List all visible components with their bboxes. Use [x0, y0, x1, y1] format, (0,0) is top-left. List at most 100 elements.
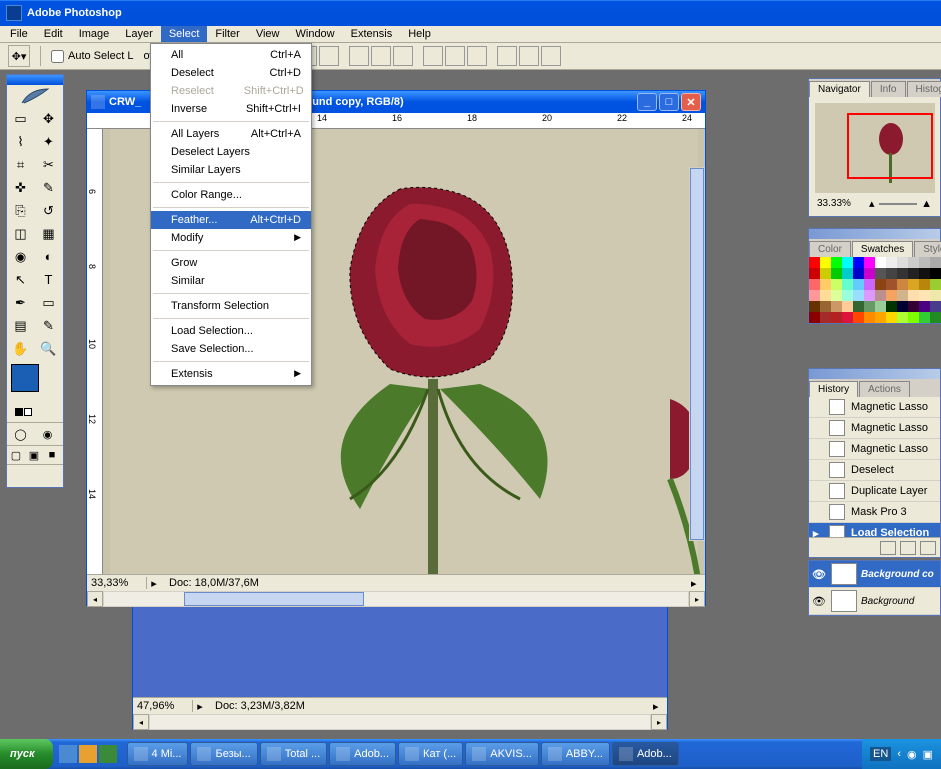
brush-tool[interactable]: ✎: [35, 176, 62, 199]
notes-tool[interactable]: ▤: [7, 314, 34, 337]
tab-actions[interactable]: Actions: [859, 381, 910, 397]
history-item[interactable]: Deselect: [809, 460, 940, 481]
swatch[interactable]: [919, 312, 930, 323]
swatch[interactable]: [809, 257, 820, 268]
path-tool[interactable]: ↖: [7, 268, 34, 291]
shape-tool[interactable]: ▭: [35, 291, 62, 314]
taskbar-item[interactable]: ABBY...: [541, 742, 610, 766]
tab-history[interactable]: History: [809, 381, 858, 397]
close-button[interactable]: ✕: [681, 93, 701, 111]
taskbar-item[interactable]: Adob...: [612, 742, 679, 766]
swatch[interactable]: [930, 257, 941, 268]
menu-edit[interactable]: Edit: [36, 26, 71, 42]
swatch[interactable]: [820, 257, 831, 268]
swatch[interactable]: [809, 268, 820, 279]
swatch[interactable]: [864, 257, 875, 268]
screen-full-menu[interactable]: ▣: [25, 446, 43, 464]
swatch[interactable]: [842, 268, 853, 279]
swatch-grid[interactable]: [809, 257, 940, 323]
swatch[interactable]: [820, 312, 831, 323]
distribute-top-button[interactable]: [423, 46, 443, 66]
ql-ie-icon[interactable]: [59, 745, 77, 763]
swatch[interactable]: [842, 290, 853, 301]
taskbar-item[interactable]: Кат (...: [398, 742, 463, 766]
hand-tool[interactable]: ✋: [7, 337, 34, 360]
new-snapshot-button[interactable]: [880, 541, 896, 555]
swatch[interactable]: [853, 290, 864, 301]
menu-color-range[interactable]: Color Range...: [151, 186, 311, 204]
swatch[interactable]: [930, 290, 941, 301]
swatch[interactable]: [831, 301, 842, 312]
heal-tool[interactable]: ✜: [7, 176, 34, 199]
doc2-menu-arrow[interactable]: ▸: [653, 700, 667, 713]
foreground-color-swatch[interactable]: [11, 364, 39, 392]
navigator-viewbox[interactable]: [847, 113, 933, 179]
swatch[interactable]: [809, 301, 820, 312]
swatch[interactable]: [875, 268, 886, 279]
move-tool[interactable]: ✥: [35, 107, 62, 130]
swatch[interactable]: [842, 312, 853, 323]
swatch[interactable]: [864, 279, 875, 290]
zoom-out-icon[interactable]: ▴: [869, 197, 875, 210]
stamp-tool[interactable]: ⎘: [7, 199, 34, 222]
swatch[interactable]: [897, 290, 908, 301]
menu-similar[interactable]: Similar: [151, 272, 311, 290]
history-grip[interactable]: [809, 369, 940, 379]
swatch[interactable]: [842, 279, 853, 290]
menu-similar-layers[interactable]: Similar Layers: [151, 161, 311, 179]
doc2-canvas[interactable]: [133, 601, 667, 697]
tray-icon[interactable]: ◉: [907, 748, 917, 761]
tab-swatches[interactable]: Swatches: [852, 241, 913, 257]
screen-full[interactable]: ■: [43, 446, 61, 464]
type-tool[interactable]: T: [35, 268, 62, 291]
taskbar-item[interactable]: Total ...: [260, 742, 327, 766]
menu-grow[interactable]: Grow: [151, 254, 311, 272]
tab-styles[interactable]: Styles: [914, 241, 941, 257]
tab-histogram[interactable]: Histogr: [907, 81, 941, 97]
menu-view[interactable]: View: [248, 26, 288, 42]
swatch[interactable]: [809, 290, 820, 301]
swatch[interactable]: [820, 279, 831, 290]
swatch[interactable]: [919, 301, 930, 312]
menu-layer[interactable]: Layer: [117, 26, 161, 42]
ql-explorer-icon[interactable]: [79, 745, 97, 763]
lasso-tool[interactable]: ⌇: [7, 130, 34, 153]
layer-thumbnail[interactable]: [831, 563, 857, 585]
standard-mode-button[interactable]: ◯: [7, 423, 34, 445]
distribute-right-button[interactable]: [541, 46, 561, 66]
menu-deselect[interactable]: DeselectCtrl+D: [151, 64, 311, 82]
distribute-hcenter-button[interactable]: [519, 46, 539, 66]
visibility-icon[interactable]: 👁: [811, 595, 827, 608]
tray-icon[interactable]: ▣: [923, 748, 933, 761]
taskbar-item[interactable]: AKVIS...: [465, 742, 539, 766]
tray-arrow-icon[interactable]: ‹: [897, 748, 901, 760]
swatch[interactable]: [853, 279, 864, 290]
doc1-scrollbar-v[interactable]: [689, 167, 705, 541]
swatch[interactable]: [831, 290, 842, 301]
swatch[interactable]: [930, 279, 941, 290]
zoom-in-icon[interactable]: ▲: [921, 198, 932, 210]
menu-extensis[interactable]: Extensis: [343, 26, 401, 42]
swatch[interactable]: [930, 301, 941, 312]
swatch[interactable]: [886, 257, 897, 268]
maximize-button[interactable]: □: [659, 93, 679, 111]
menu-filter[interactable]: Filter: [207, 26, 247, 42]
align-hcenter-button[interactable]: [371, 46, 391, 66]
swatches-grip[interactable]: [809, 229, 940, 239]
doc1-ruler-vertical[interactable]: 6 8 10 12 14: [87, 129, 103, 574]
distribute-vcenter-button[interactable]: [445, 46, 465, 66]
tab-navigator[interactable]: Navigator: [809, 81, 870, 97]
navigator-zoom-value[interactable]: 33.33%: [817, 198, 865, 209]
swatch[interactable]: [853, 312, 864, 323]
align-bottom-button[interactable]: [319, 46, 339, 66]
menu-feather[interactable]: Feather...Alt+Ctrl+D: [151, 211, 311, 229]
scroll-right-arrow[interactable]: ▸: [651, 714, 667, 730]
ql-desktop-icon[interactable]: [99, 745, 117, 763]
language-indicator[interactable]: EN: [870, 747, 891, 761]
doc1-zoom[interactable]: 33,33%: [87, 577, 147, 589]
swatch[interactable]: [864, 301, 875, 312]
menu-deselect-layers[interactable]: Deselect Layers: [151, 143, 311, 161]
jump-other[interactable]: [35, 467, 55, 485]
scroll-track[interactable]: [103, 591, 689, 607]
tab-color[interactable]: Color: [809, 241, 851, 257]
